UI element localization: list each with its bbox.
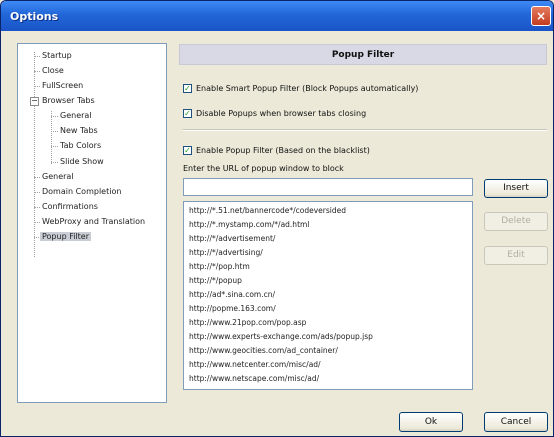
edit-button[interactable]: Edit bbox=[484, 246, 548, 265]
window-title: Options bbox=[10, 10, 59, 23]
tree-connector-line bbox=[34, 86, 40, 87]
tree-connector-line bbox=[34, 177, 40, 178]
blacklist-filter-checkbox[interactable]: ✓ bbox=[183, 146, 192, 155]
tree-item-general[interactable]: General bbox=[42, 172, 74, 181]
tree-item-browser-tabs[interactable]: Browser Tabs bbox=[42, 96, 95, 105]
list-item[interactable]: http://www.21pop.com/pop.asp bbox=[189, 318, 306, 327]
tree-connector-line bbox=[34, 52, 35, 257]
tree-connector-line bbox=[51, 146, 58, 147]
list-item[interactable]: http://*.mystamp.com/*/ad.html bbox=[189, 220, 309, 229]
tree-item-new-tabs[interactable]: New Tabs bbox=[60, 126, 98, 135]
tree-item-slide-show[interactable]: Slide Show bbox=[60, 157, 104, 166]
list-item[interactable]: http://www.netscape.com/misc/ad/ bbox=[189, 374, 319, 383]
tree-item-startup[interactable]: Startup bbox=[42, 51, 72, 60]
ok-button[interactable]: Ok bbox=[399, 412, 463, 432]
tree-connector-line bbox=[34, 71, 40, 72]
close-button[interactable]: × bbox=[531, 6, 551, 26]
disable-popups-on-close-label[interactable]: Disable Popups when browser tabs closing bbox=[196, 109, 366, 118]
list-item[interactable]: http://www.geocities.com/ad_container/ bbox=[189, 346, 338, 355]
section-divider bbox=[183, 129, 547, 131]
tree-item-webproxy-translation[interactable]: WebProxy and Translation bbox=[42, 217, 145, 226]
close-icon: × bbox=[535, 9, 547, 23]
panel-title: Popup Filter bbox=[331, 50, 395, 60]
list-item[interactable]: http://*/advertisement/ bbox=[189, 234, 275, 243]
cancel-button[interactable]: Cancel bbox=[484, 412, 548, 432]
list-item[interactable]: http://*/advertising/ bbox=[189, 248, 263, 257]
options-tree[interactable]: Startup Close FullScreen − Browser Tabs … bbox=[17, 43, 167, 403]
tree-connector-line bbox=[51, 111, 52, 164]
list-item[interactable]: http://www.netcenter.com/misc/ad/ bbox=[189, 360, 321, 369]
list-item[interactable]: http://*.51.net/bannercode*/codeversided bbox=[189, 206, 346, 215]
panel-header: Popup Filter bbox=[179, 44, 547, 65]
url-input[interactable] bbox=[183, 178, 473, 196]
delete-button[interactable]: Delete bbox=[484, 212, 548, 231]
list-item[interactable]: http://www.experts-exchange.com/ads/popu… bbox=[189, 332, 373, 341]
list-item[interactable]: http://ad*.sina.com.cn/ bbox=[189, 290, 275, 299]
smart-popup-filter-checkbox[interactable]: ✓ bbox=[183, 84, 192, 93]
tree-connector-line bbox=[34, 237, 39, 238]
collapse-icon[interactable]: − bbox=[30, 97, 39, 106]
checkmark-icon: ✓ bbox=[184, 146, 191, 155]
tree-connector-line bbox=[51, 162, 58, 163]
url-prompt-label: Enter the URL of popup window to block bbox=[183, 164, 344, 173]
list-item[interactable]: http://*/popup bbox=[189, 276, 242, 285]
tree-connector-line bbox=[34, 222, 40, 223]
tree-connector-line bbox=[51, 131, 58, 132]
tree-connector-line bbox=[34, 192, 40, 193]
disable-popups-on-close-checkbox[interactable]: ✓ bbox=[183, 109, 192, 118]
checkmark-icon: ✓ bbox=[184, 84, 191, 93]
tree-connector-line bbox=[34, 207, 40, 208]
options-dialog: Options × Startup Close FullScreen − Bro… bbox=[0, 0, 554, 437]
list-item[interactable]: http://popme.163.com/ bbox=[189, 304, 276, 313]
blacklist-filter-label[interactable]: Enable Popup Filter (Based on the blackl… bbox=[196, 146, 370, 155]
checkmark-icon: ✓ bbox=[184, 109, 191, 118]
tree-item-domain-completion[interactable]: Domain Completion bbox=[42, 187, 121, 196]
tree-item-tab-colors[interactable]: Tab Colors bbox=[60, 141, 101, 150]
insert-button[interactable]: Insert bbox=[484, 179, 548, 198]
tree-item-fullscreen[interactable]: FullScreen bbox=[42, 81, 83, 90]
tree-connector-line bbox=[34, 56, 40, 57]
tree-item-popup-filter[interactable]: Popup Filter bbox=[40, 232, 92, 241]
tree-item-close[interactable]: Close bbox=[42, 66, 64, 75]
tree-item-tabs-general[interactable]: General bbox=[60, 111, 92, 120]
smart-popup-filter-label[interactable]: Enable Smart Popup Filter (Block Popups … bbox=[196, 84, 418, 93]
title-bar[interactable]: Options × bbox=[1, 1, 553, 31]
tree-item-confirmations[interactable]: Confirmations bbox=[42, 202, 98, 211]
blacklist-url-list[interactable]: http://*.51.net/bannercode*/codeversided… bbox=[183, 201, 473, 390]
list-item[interactable]: http://*/pop.htm bbox=[189, 262, 250, 271]
tree-connector-line bbox=[51, 116, 58, 117]
